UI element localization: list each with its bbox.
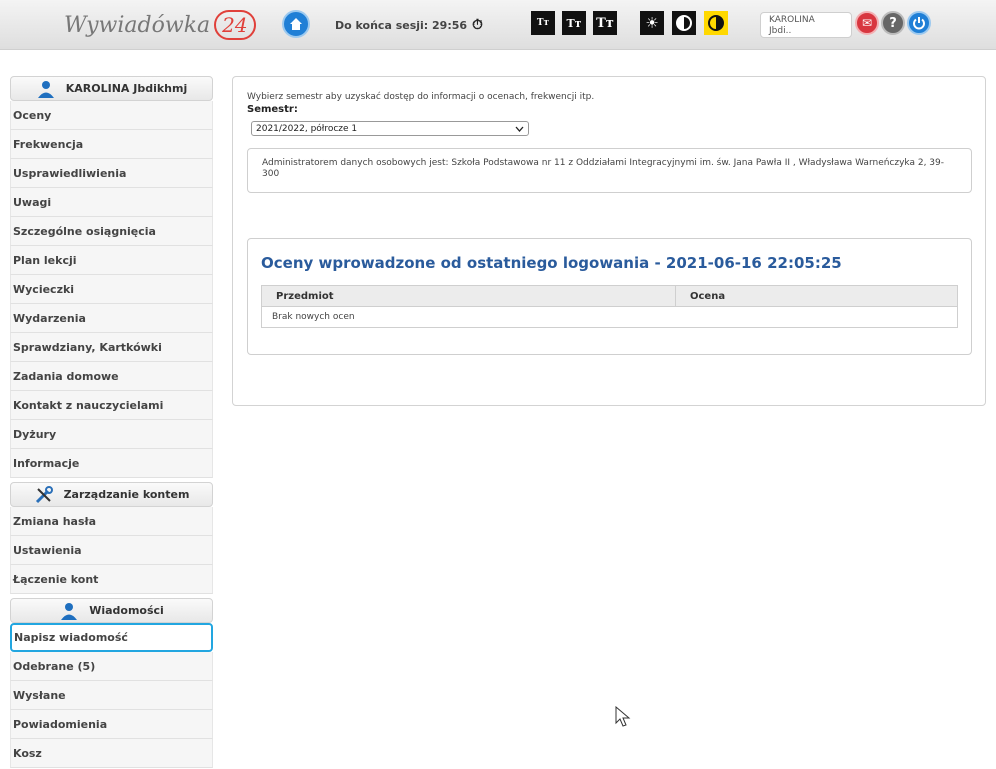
user-select[interactable]: KAROLINA Jbdi.. (760, 12, 852, 38)
sidebar-item-napisz-wiadomosc[interactable]: Napisz wiadomość (10, 623, 213, 652)
font-size-medium-button[interactable]: Tт (562, 11, 586, 35)
logout-button[interactable] (907, 11, 931, 35)
admin-info-text: Administratorem danych osobowych jest: S… (262, 158, 945, 179)
top-bar: Wywiadówka 24 Do końca sesji: 29:56 ⏱ Tт… (0, 0, 996, 50)
new-grades-title: Oceny wprowadzone od ostatniego logowani… (261, 254, 842, 272)
sidebar-item-ustawienia[interactable]: Ustawienia (10, 536, 213, 565)
sidebar-student-title: KAROLINA Jbdikhmj (65, 82, 188, 95)
logo-text: Wywiadówka (64, 12, 211, 38)
sidebar-item-plan-lekcji[interactable]: Plan lekcji (10, 246, 213, 275)
sidebar-student-header: KAROLINA Jbdikhmj (10, 76, 213, 101)
empty-grades-text: Brak nowych ocen (261, 306, 958, 328)
mail-icon: ✉ (861, 16, 873, 30)
sidebar-item-uwagi[interactable]: Uwagi (10, 188, 213, 217)
user-sub: Jbdi.. (769, 26, 792, 36)
user-icon (36, 79, 56, 99)
semester-intro: Wybierz semestr aby uzyskać dostęp do in… (247, 92, 595, 102)
sidebar-account-title: Zarządzanie kontem (63, 488, 190, 501)
tools-icon (34, 485, 54, 505)
font-size-small-button[interactable]: Tт (531, 11, 555, 35)
help-button[interactable]: ? (881, 11, 905, 35)
user-name: KAROLINA (769, 15, 815, 25)
new-grades-box: Oceny wprowadzone od ostatniego logowani… (247, 238, 972, 355)
sidebar-item-kontakt[interactable]: Kontakt z nauczycielami (10, 391, 213, 420)
session-label: Do końca sesji: 29:56 (335, 18, 468, 32)
sidebar-item-oceny[interactable]: Oceny (10, 101, 213, 130)
sun-icon: ☀ (645, 14, 659, 32)
sidebar-item-laczenie-kont[interactable]: Łączenie kont (10, 565, 213, 594)
table-header-row: Przedmiot Ocena (261, 285, 958, 307)
sidebar-item-wycieczki[interactable]: Wycieczki (10, 275, 213, 304)
sidebar-item-usprawiedliwienia[interactable]: Usprawiedliwienia (10, 159, 213, 188)
power-icon (913, 17, 925, 30)
default-contrast-button[interactable]: ☀ (640, 11, 664, 35)
sidebar-item-zmiana-hasla[interactable]: Zmiana hasła (10, 507, 213, 536)
sidebar-item-osiagniecia[interactable]: Szczególne osiągnięcia (10, 217, 213, 246)
new-grades-table: Przedmiot Ocena Brak nowych ocen (261, 285, 958, 328)
session-timer: Do końca sesji: 29:56 ⏱ (335, 17, 483, 33)
timer-icon: ⏱ (472, 17, 483, 33)
yellow-contrast-icon (708, 15, 724, 31)
sidebar-item-kosz[interactable]: Kosz (10, 739, 213, 768)
help-icon: ? (889, 15, 897, 31)
contrast-icon (676, 15, 692, 31)
high-contrast-button[interactable] (672, 11, 696, 35)
sidebar-messages-title: Wiadomości (89, 604, 164, 617)
app-logo[interactable]: Wywiadówka 24 (64, 9, 256, 41)
sidebar-account-header: Zarządzanie kontem (10, 482, 213, 507)
user-icon (59, 601, 79, 621)
sidebar-item-powiadomienia[interactable]: Powiadomienia (10, 710, 213, 739)
chevron-down-icon (515, 126, 524, 132)
sidebar-item-dyzury[interactable]: Dyżury (10, 420, 213, 449)
admin-info-box: Administratorem danych osobowych jest: S… (247, 148, 972, 193)
sidebar-item-wyslane[interactable]: Wysłane (10, 681, 213, 710)
home-icon (290, 18, 302, 30)
home-button[interactable] (282, 10, 310, 38)
column-header-grade: Ocena (675, 285, 958, 307)
mouse-cursor-icon (615, 706, 631, 727)
sidebar: KAROLINA Jbdikhmj Oceny Frekwencja Uspra… (10, 76, 213, 768)
sidebar-item-informacje[interactable]: Informacje (10, 449, 213, 478)
sidebar-messages-header: Wiadomości (10, 598, 213, 623)
semester-label: Semestr: (247, 104, 298, 115)
sidebar-item-frekwencja[interactable]: Frekwencja (10, 130, 213, 159)
logo-number: 24 (214, 10, 256, 40)
sidebar-item-wydarzenia[interactable]: Wydarzenia (10, 304, 213, 333)
column-header-subject: Przedmiot (261, 285, 676, 307)
main-panel: Wybierz semestr aby uzyskać dostęp do in… (232, 76, 986, 406)
sidebar-item-sprawdziany[interactable]: Sprawdziany, Kartkówki (10, 333, 213, 362)
table-row: Brak nowych ocen (261, 306, 958, 328)
sidebar-item-zadania-domowe[interactable]: Zadania domowe (10, 362, 213, 391)
sidebar-item-odebrane[interactable]: Odebrane (5) (10, 652, 213, 681)
yellow-contrast-button[interactable] (704, 11, 728, 35)
font-size-large-button[interactable]: Tт (593, 11, 617, 35)
messages-button[interactable]: ✉ (855, 11, 879, 35)
semester-select[interactable]: 2021/2022, półrocze 1 (251, 121, 529, 136)
semester-value: 2021/2022, półrocze 1 (256, 123, 358, 134)
